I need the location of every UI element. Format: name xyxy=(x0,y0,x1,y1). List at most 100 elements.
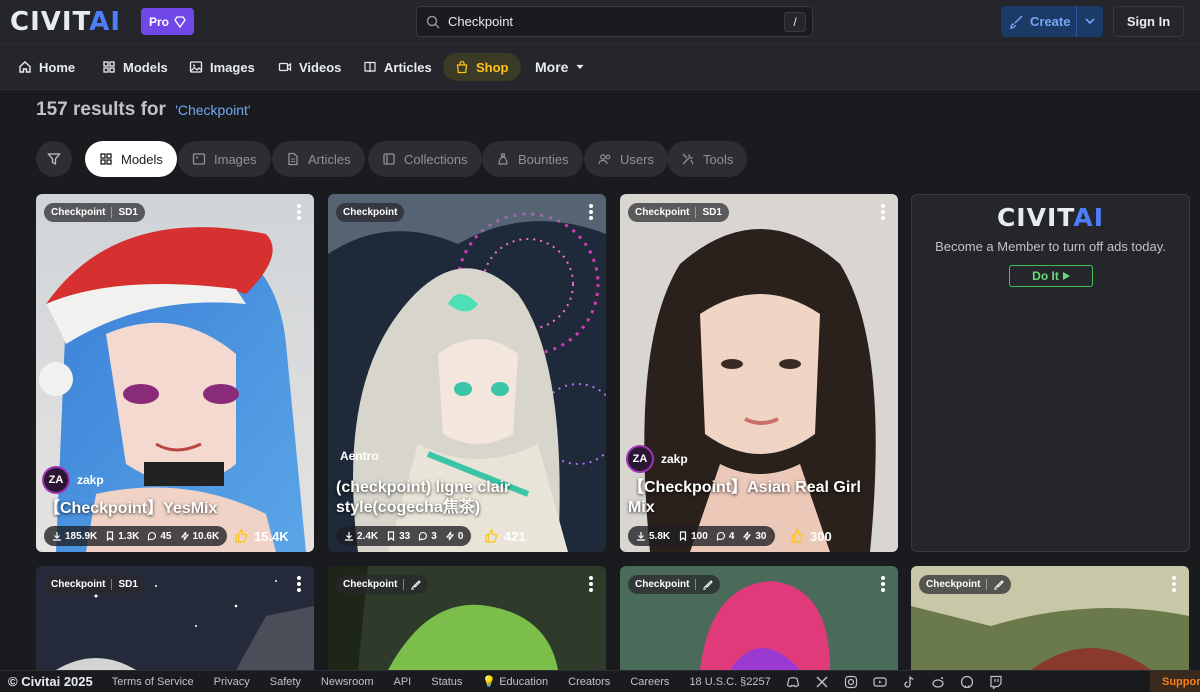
like-count[interactable]: 300 xyxy=(790,526,832,546)
more-options-icon[interactable] xyxy=(880,204,886,222)
nav-more[interactable]: More xyxy=(527,53,593,81)
model-card[interactable]: Checkpoint xyxy=(620,566,898,670)
footer-link-careers[interactable]: Careers xyxy=(625,676,674,688)
like-count[interactable]: 15.4K xyxy=(234,526,289,546)
nav-videos[interactable]: Videos xyxy=(270,53,349,81)
logo-text-ai: AI xyxy=(89,7,122,37)
more-options-icon[interactable] xyxy=(296,204,302,222)
tab-images-label: Images xyxy=(214,151,257,167)
tab-models-label: Models xyxy=(121,151,163,167)
more-options-icon[interactable] xyxy=(296,576,302,594)
card-creator[interactable]: Aentro xyxy=(340,449,379,463)
nav-articles[interactable]: Articles xyxy=(355,53,440,81)
support-button[interactable]: Support xyxy=(1150,671,1200,692)
card-badges: Checkpoint SD1 xyxy=(44,203,145,222)
twitch-icon[interactable] xyxy=(989,675,1003,689)
card-badges: Checkpoint xyxy=(336,575,429,594)
tab-articles-label: Articles xyxy=(308,151,351,167)
footer-link-api[interactable]: API xyxy=(389,676,417,688)
search-bar[interactable]: / xyxy=(416,6,813,37)
card-badges: Checkpoint xyxy=(628,575,721,594)
results-count: 157 results for xyxy=(36,99,166,120)
base-model-badge: SD1 xyxy=(702,207,722,218)
thumbs-up-icon xyxy=(235,529,248,543)
type-badge: Checkpoint xyxy=(343,579,398,590)
model-card[interactable]: Checkpoint SD1 ZA zakp 【Checkpoint】Asian… xyxy=(620,194,898,552)
nav-shop[interactable]: Shop xyxy=(443,53,521,81)
paint-icon xyxy=(994,580,1005,590)
card-badges: Checkpoint SD1 xyxy=(628,203,729,222)
shopping-bag-icon xyxy=(456,60,468,74)
creator-name: Aentro xyxy=(340,449,379,463)
tab-models[interactable]: Models xyxy=(85,141,177,177)
comment-icon xyxy=(419,531,428,541)
main-nav: Home Models Images Videos Articles Shop … xyxy=(0,44,1200,90)
footer-link-privacy[interactable]: Privacy xyxy=(209,676,255,688)
footer-link-terms[interactable]: Terms of Service xyxy=(107,676,199,688)
pro-button[interactable]: Pro xyxy=(141,8,194,35)
footer-link-creators[interactable]: Creators xyxy=(563,676,615,688)
more-options-icon[interactable] xyxy=(1171,576,1177,594)
search-input[interactable] xyxy=(448,14,778,29)
tab-bounties[interactable]: Bounties xyxy=(482,141,583,177)
avatar: ZA xyxy=(42,466,70,494)
chevron-down-icon[interactable] xyxy=(1083,14,1097,28)
instagram-icon[interactable] xyxy=(844,675,858,689)
nav-images[interactable]: Images xyxy=(181,53,263,81)
creator-name: zakp xyxy=(661,452,688,466)
like-count[interactable]: 421 xyxy=(484,526,526,546)
copyright: © Civitai 2025 xyxy=(8,674,93,689)
grid-icon xyxy=(100,153,112,165)
more-options-icon[interactable] xyxy=(588,204,594,222)
youtube-icon[interactable] xyxy=(873,675,887,689)
card-badges: Checkpoint xyxy=(336,203,405,222)
footer-link-safety[interactable]: Safety xyxy=(265,676,306,688)
reddit-icon[interactable] xyxy=(931,675,945,689)
footer-link-newsroom[interactable]: Newsroom xyxy=(316,676,379,688)
download-count: 5.8K xyxy=(649,530,671,542)
more-options-icon[interactable] xyxy=(880,576,886,594)
tab-articles[interactable]: Articles xyxy=(272,141,365,177)
sign-in-button[interactable]: Sign In xyxy=(1113,6,1184,37)
nav-models[interactable]: Models xyxy=(94,53,176,81)
footer-link-status[interactable]: Status xyxy=(426,676,467,688)
nav-home[interactable]: Home xyxy=(10,53,83,81)
card-creator[interactable]: ZA zakp xyxy=(42,466,104,494)
tab-users[interactable]: Users xyxy=(584,141,668,177)
tab-tools[interactable]: Tools xyxy=(667,141,748,177)
model-card[interactable]: Checkpoint xyxy=(911,566,1189,670)
card-title: 【Checkpoint】YesMix xyxy=(44,500,218,517)
membership-ad: CIVITAI Become a Member to turn off ads … xyxy=(911,194,1190,552)
card-title: (checkpoint) ligne clair style(cogecha焦茶… xyxy=(336,479,511,516)
model-card[interactable]: Checkpoint Aentro (checkpoint) ligne cla… xyxy=(328,194,606,552)
footer-link-education[interactable]: 💡 Education xyxy=(477,675,553,688)
ad-logo-text-ai: AI xyxy=(1073,203,1105,232)
top-header: CIVITAI Pro / Create Sign In xyxy=(0,0,1200,44)
filter-icon xyxy=(47,153,61,166)
model-card[interactable]: Checkpoint SD1 ZA zakp 【Checkpoint】YesMi… xyxy=(36,194,314,552)
more-options-icon[interactable] xyxy=(588,576,594,594)
base-model-badge: SD1 xyxy=(118,579,138,590)
nav-more-label: More xyxy=(535,59,569,75)
type-badge: Checkpoint xyxy=(51,207,106,218)
tab-images[interactable]: Images xyxy=(178,141,271,177)
civitai-logo[interactable]: CIVITAI xyxy=(10,7,122,37)
base-model-badge: SD1 xyxy=(118,207,138,218)
card-badges: Checkpoint SD1 xyxy=(44,575,145,594)
github-icon[interactable] xyxy=(960,675,974,689)
do-it-button[interactable]: Do It xyxy=(1009,265,1093,287)
x-twitter-icon[interactable] xyxy=(815,675,829,689)
tiktok-icon[interactable] xyxy=(902,675,916,689)
filter-button[interactable] xyxy=(36,141,72,177)
card-creator[interactable]: ZA zakp xyxy=(626,445,688,473)
users-icon xyxy=(598,154,611,165)
footer-link-2257[interactable]: 18 U.S.C. §2257 xyxy=(684,676,775,688)
bolt-icon xyxy=(180,531,189,541)
model-card[interactable]: Checkpoint xyxy=(328,566,606,670)
create-button[interactable]: Create xyxy=(1001,6,1103,37)
tab-collections[interactable]: Collections xyxy=(368,141,482,177)
comment-count: 4 xyxy=(728,530,735,542)
card-stats: 2.4K 33 3 0 xyxy=(336,526,472,546)
model-card[interactable]: Checkpoint SD1 xyxy=(36,566,314,670)
discord-icon[interactable] xyxy=(786,675,800,689)
